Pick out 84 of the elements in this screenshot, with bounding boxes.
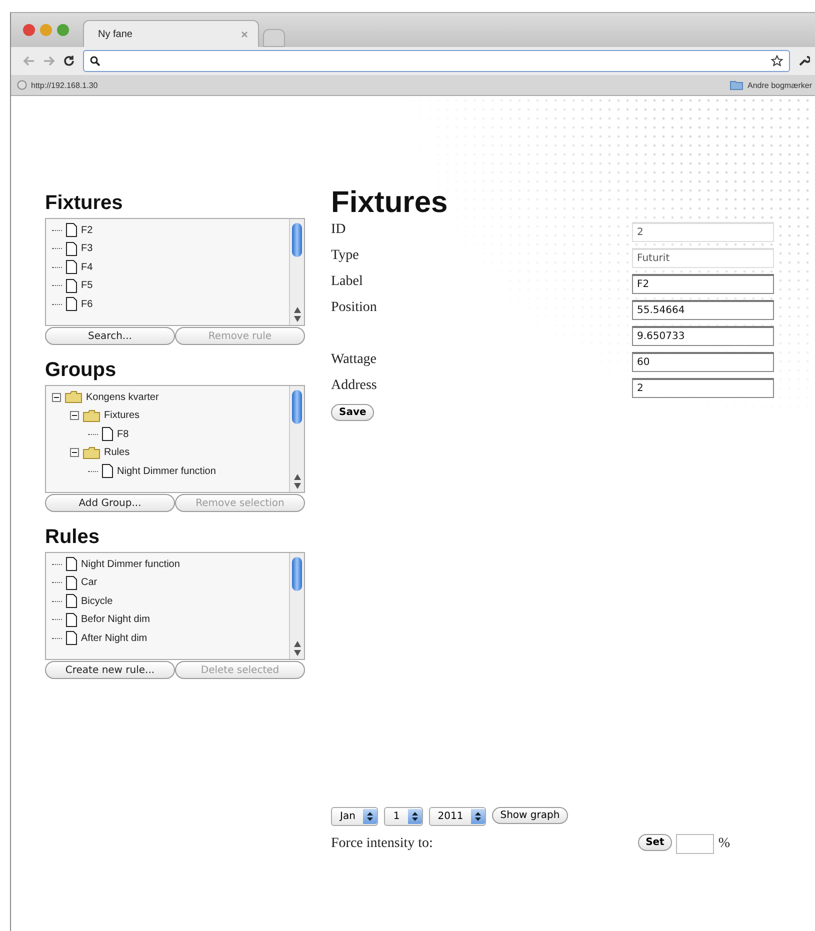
save-button[interactable]: Save xyxy=(331,404,374,421)
up-arrow-icon[interactable] xyxy=(294,307,300,313)
force-intensity-label: Force intensity to: xyxy=(331,836,433,852)
document-icon xyxy=(66,242,77,256)
action-button[interactable]: Create new rule... xyxy=(45,661,175,679)
scrollbar[interactable] xyxy=(289,386,304,492)
tree-item[interactable]: Bicycle xyxy=(81,596,113,607)
page-heading: Fixtures xyxy=(331,186,449,220)
section-heading: Fixtures xyxy=(45,192,124,215)
document-icon xyxy=(66,631,77,646)
document-icon xyxy=(102,427,113,442)
up-arrow-icon[interactable] xyxy=(294,474,300,480)
dropdown[interactable]: 2011 xyxy=(428,807,486,826)
close-window-button[interactable] xyxy=(23,24,35,36)
star-icon[interactable] xyxy=(771,55,783,67)
tree-item[interactable]: Befor Night dim xyxy=(81,614,150,626)
field-label: Type xyxy=(331,248,359,264)
down-arrow-icon[interactable] xyxy=(294,316,300,322)
field-label: ID xyxy=(331,222,346,238)
tree-item[interactable]: Fixtures xyxy=(104,410,140,422)
document-icon xyxy=(66,594,77,608)
folder-icon xyxy=(65,391,82,404)
action-button[interactable]: Search... xyxy=(45,327,175,345)
action-button[interactable]: Add Group... xyxy=(45,494,175,512)
dropdown[interactable]: 1 xyxy=(384,807,423,826)
document-icon xyxy=(66,278,77,293)
updown-arrows-icon xyxy=(367,812,374,821)
tree-item[interactable]: After Night dim xyxy=(81,632,148,644)
set-button[interactable]: Set xyxy=(638,834,672,851)
down-arrow-icon[interactable] xyxy=(294,650,300,656)
reload-icon[interactable] xyxy=(63,55,75,67)
field-label: Label xyxy=(331,274,363,290)
dropdown[interactable]: Jan xyxy=(331,807,378,826)
scroll-thumb[interactable] xyxy=(292,223,302,257)
tree-item[interactable]: F3 xyxy=(81,243,93,254)
input-field[interactable]: F2 xyxy=(632,274,774,294)
collapse-icon[interactable] xyxy=(70,411,79,420)
document-icon xyxy=(66,612,77,627)
tree-item[interactable]: Night Dimmer function xyxy=(81,558,180,570)
folder-icon xyxy=(83,410,100,422)
input-field[interactable]: 55.54664 xyxy=(632,300,774,320)
browser-tab[interactable]: Ny fane xyxy=(83,20,259,47)
down-arrow-icon[interactable] xyxy=(294,483,300,489)
field-label: Address xyxy=(331,378,377,394)
tree-item[interactable]: Night Dimmer function xyxy=(117,466,216,477)
scroll-thumb[interactable] xyxy=(292,390,302,424)
percent-unit: % xyxy=(718,836,730,852)
updown-arrows-icon xyxy=(475,812,482,821)
input-field[interactable]: 9.650733 xyxy=(632,326,774,346)
field-label: Wattage xyxy=(331,352,377,368)
scroll-thumb[interactable] xyxy=(292,557,302,591)
tree-item[interactable]: Rules xyxy=(104,447,130,458)
collapse-icon[interactable] xyxy=(52,392,61,402)
document-icon xyxy=(66,223,77,238)
document-icon xyxy=(66,557,77,572)
bookmarks-folder[interactable]: Andre bogmærker xyxy=(730,80,812,90)
collapse-icon[interactable] xyxy=(70,448,79,458)
up-arrow-icon[interactable] xyxy=(294,641,300,647)
tree-item[interactable]: F6 xyxy=(81,298,93,310)
scrollbar[interactable] xyxy=(289,553,304,659)
percent-field[interactable] xyxy=(676,834,714,854)
show-graph-button[interactable]: Show graph xyxy=(492,807,568,824)
folder-icon xyxy=(83,446,100,459)
document-icon xyxy=(102,464,113,478)
section-heading: Groups xyxy=(45,359,118,382)
input-field[interactable]: 2 xyxy=(632,378,774,398)
search-icon xyxy=(90,56,100,66)
status-url: http://192.168.1.30 xyxy=(31,80,98,90)
tree-item[interactable]: F4 xyxy=(81,262,93,273)
document-icon xyxy=(66,297,77,312)
tree-item[interactable]: F5 xyxy=(81,280,93,292)
section-heading: Rules xyxy=(45,526,100,549)
document-icon xyxy=(66,576,77,590)
scrollbar[interactable] xyxy=(289,219,304,325)
tree-item[interactable]: F2 xyxy=(81,224,93,236)
wrench-icon[interactable] xyxy=(798,55,810,67)
field-label: Position xyxy=(331,300,377,316)
tree-item[interactable]: Kongens kvarter xyxy=(86,392,159,403)
tree-item[interactable]: F8 xyxy=(117,428,129,440)
tree-item[interactable]: Car xyxy=(81,577,98,588)
updown-arrows-icon xyxy=(412,812,418,821)
document-icon xyxy=(66,260,77,274)
folder-icon xyxy=(730,80,744,90)
input-field[interactable]: 60 xyxy=(632,352,774,372)
